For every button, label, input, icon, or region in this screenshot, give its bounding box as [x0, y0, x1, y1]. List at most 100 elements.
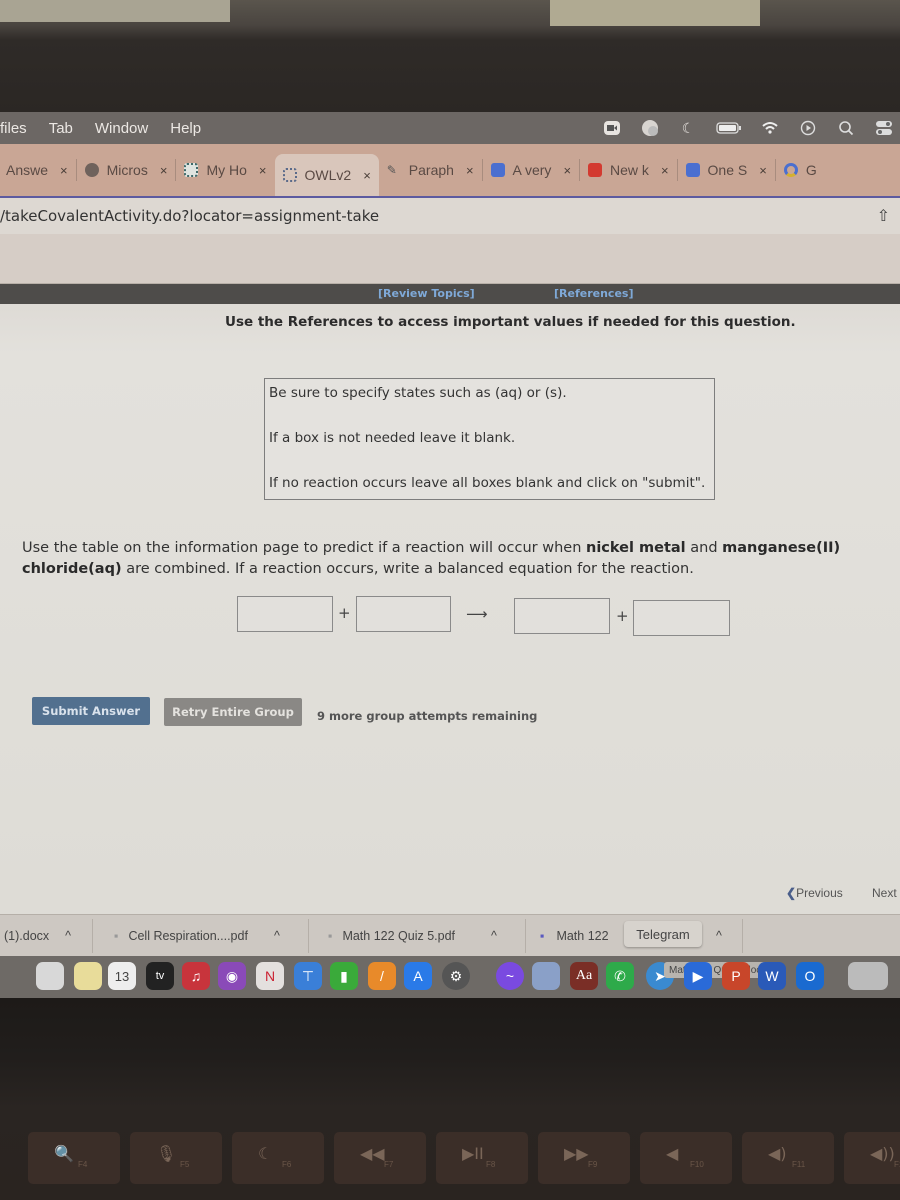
tab-label: Answe	[6, 162, 49, 178]
key-label: F9	[588, 1160, 598, 1169]
references-bar: [Review Topics] [References]	[0, 284, 900, 304]
review-topics-link[interactable]: [Review Topics]	[378, 287, 475, 300]
calendar-icon[interactable]: 13	[108, 962, 136, 990]
tab-youtube[interactable]: New k ×	[580, 150, 677, 190]
download-item-math-122-docx[interactable]: ▪ Math 122	[540, 929, 609, 943]
tab-microsoft[interactable]: Micros ×	[77, 150, 176, 190]
close-tab-icon[interactable]: ×	[661, 163, 669, 178]
do-not-disturb-moon-icon[interactable]: ☾	[678, 119, 698, 137]
close-tab-icon[interactable]: ×	[759, 163, 767, 178]
keynote-icon[interactable]: ⊤	[294, 962, 322, 990]
background-wall	[0, 0, 230, 22]
powerpoint-icon[interactable]: P	[722, 962, 750, 990]
chevron-up-icon[interactable]: ^	[65, 929, 71, 943]
monitor-bezel-top	[0, 0, 900, 112]
word-icon[interactable]: W	[758, 962, 786, 990]
product-1-input[interactable]	[514, 598, 610, 634]
close-tab-icon[interactable]: ×	[259, 163, 267, 178]
zoom-app-icon[interactable]: ▶	[684, 962, 712, 990]
download-label: Cell Respiration....pdf	[128, 929, 248, 943]
address-bar[interactable]: /takeCovalentActivity.do?locator=assignm…	[0, 196, 900, 234]
mute-key-icon: ◀	[666, 1144, 679, 1163]
tab-answer[interactable]: Answe ×	[0, 150, 76, 190]
chevron-up-icon[interactable]: ^	[274, 929, 280, 943]
tab-paraphrase[interactable]: ✎ Paraph ×	[379, 150, 482, 190]
tab-google[interactable]: G	[776, 150, 825, 190]
retry-entire-group-button[interactable]: Retry Entire Group	[164, 698, 302, 726]
notes-icon[interactable]	[74, 962, 102, 990]
chevron-up-icon[interactable]: ^	[716, 929, 722, 943]
tab-my-home[interactable]: My Ho ×	[176, 150, 274, 190]
apple-tv-icon[interactable]: tv	[146, 962, 174, 990]
tab-owlv2[interactable]: OWLv2 ×	[274, 154, 379, 196]
pdf-file-icon: ▪	[328, 929, 333, 943]
tab-label: My Ho	[206, 162, 247, 178]
key-label: F10	[690, 1160, 704, 1169]
key-label: F7	[384, 1160, 394, 1169]
news-icon[interactable]: N	[256, 962, 284, 990]
dictionary-icon[interactable]: Aa	[570, 962, 598, 990]
numbers-icon[interactable]: ▮	[330, 962, 358, 990]
question-text: Use the table on the information page to…	[22, 538, 900, 580]
tab-google-doc-one[interactable]: One S ×	[678, 150, 775, 190]
messenger-icon[interactable]: ~	[496, 962, 524, 990]
control-center-icon[interactable]	[874, 119, 894, 137]
menu-bar: files Tab Window Help ☾	[0, 112, 900, 144]
play-pause-key-icon: ▶II	[462, 1144, 484, 1163]
volume-up-key-icon: ◀))	[870, 1144, 895, 1163]
close-tab-icon[interactable]: ×	[160, 163, 168, 178]
menu-item-tab[interactable]: Tab	[49, 120, 73, 137]
menu-item-profiles[interactable]: files	[0, 120, 27, 137]
outlook-icon[interactable]: O	[796, 962, 824, 990]
tab-label: Micros	[106, 162, 148, 178]
close-tab-icon[interactable]: ×	[563, 163, 571, 178]
zoom-meeting-icon[interactable]	[602, 119, 622, 137]
chevron-up-icon[interactable]: ^	[491, 929, 497, 943]
key-f9: ▶▶ F9	[538, 1132, 630, 1184]
download-item-cell-respiration[interactable]: ▪ Cell Respiration....pdf ^	[114, 929, 280, 943]
reactant-2-input[interactable]	[356, 596, 451, 632]
close-tab-icon[interactable]: ×	[466, 163, 474, 178]
pages-icon[interactable]: /	[368, 962, 396, 990]
url-text[interactable]: /takeCovalentActivity.do?locator=assignm…	[0, 207, 379, 225]
download-item-docx[interactable]: (1).docx ^	[4, 929, 71, 943]
wifi-icon[interactable]	[760, 119, 780, 137]
product-2-input[interactable]	[633, 600, 730, 636]
tab-label: One S	[707, 162, 748, 178]
download-label: Math 122 Quiz 5.pdf	[342, 929, 456, 943]
minimized-window-icon[interactable]	[848, 962, 888, 990]
preview-icon[interactable]	[532, 962, 560, 990]
reactant-1-input[interactable]	[237, 596, 333, 632]
menu-item-window[interactable]: Window	[95, 120, 148, 137]
tab-google-doc-a-very[interactable]: A very ×	[483, 150, 580, 190]
downloads-bar: (1).docx ^ ▪ Cell Respiration....pdf ^ ▪ Mat…	[0, 914, 900, 956]
previous-button[interactable]: ❮Previous	[786, 886, 843, 900]
key-f10: ◀ F10	[640, 1132, 732, 1184]
download-divider	[742, 919, 743, 953]
spotlight-search-icon[interactable]	[836, 119, 856, 137]
play-circle-icon[interactable]	[798, 119, 818, 137]
music-icon[interactable]: ♫	[182, 962, 210, 990]
next-button[interactable]: Next	[872, 886, 897, 900]
menu-item-help[interactable]: Help	[170, 120, 201, 137]
close-tab-icon[interactable]: ×	[363, 168, 371, 183]
system-preferences-icon[interactable]: ⚙	[442, 962, 470, 990]
references-link[interactable]: [References]	[554, 287, 633, 300]
instruction-blank-box: If a box is not needed leave it blank.	[269, 430, 516, 446]
download-label: Math 122	[556, 929, 609, 943]
key-f11: ◀) F11	[742, 1132, 834, 1184]
quill-icon: ✎	[386, 163, 397, 177]
time-machine-icon[interactable]	[640, 119, 660, 137]
download-label: (1).docx	[4, 929, 50, 943]
close-tab-icon[interactable]: ×	[60, 163, 68, 178]
calendar-day: 13	[114, 968, 130, 984]
whatsapp-icon[interactable]: ✆	[606, 962, 634, 990]
share-icon[interactable]: ⇧	[877, 206, 890, 225]
download-item-math-quiz-pdf[interactable]: ▪ Math 122 Quiz 5.pdf ^	[328, 929, 497, 943]
reaction-arrow: ⟶	[466, 605, 488, 623]
app-store-icon[interactable]: A	[404, 962, 432, 990]
download-divider	[525, 919, 526, 953]
submit-answer-button[interactable]: Submit Answer	[32, 697, 150, 725]
reminders-icon[interactable]	[36, 962, 64, 990]
podcasts-icon[interactable]: ◉	[218, 962, 246, 990]
